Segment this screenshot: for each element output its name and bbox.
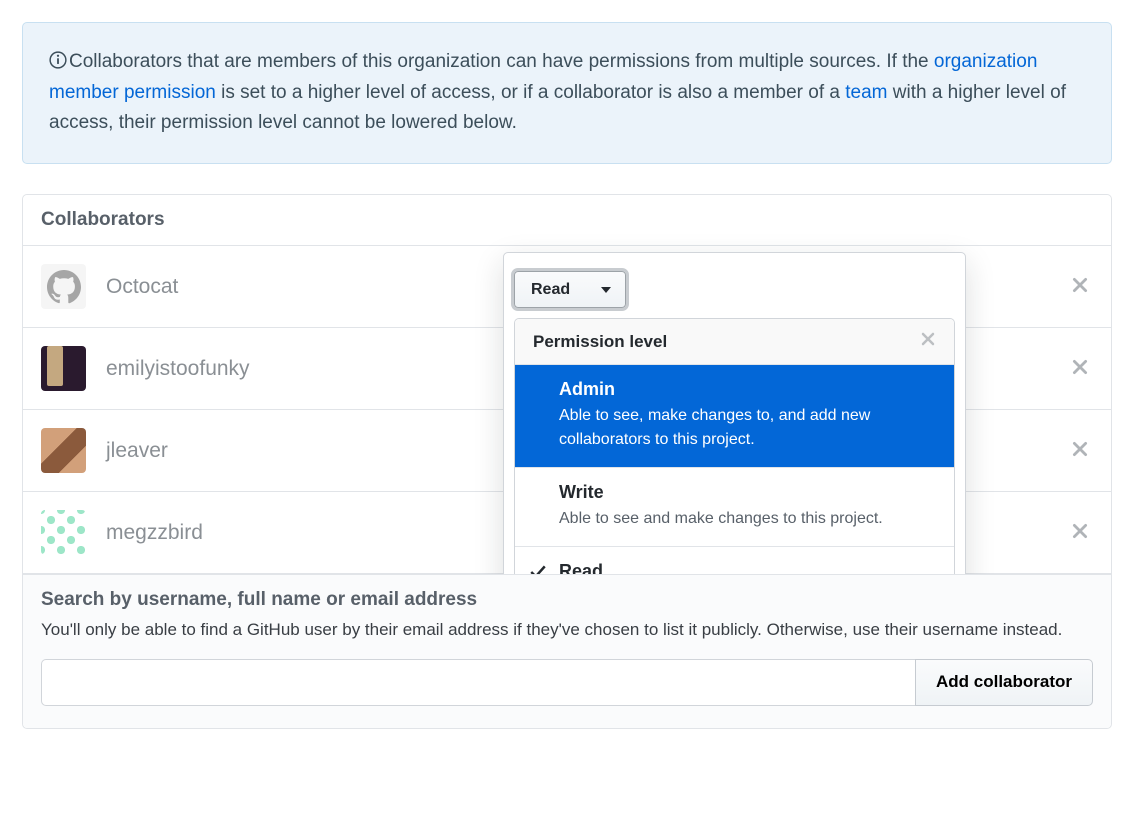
- search-label: Search by username, full name or email a…: [41, 589, 1093, 611]
- remove-collaborator-button[interactable]: [1067, 272, 1093, 301]
- option-desc: Able to see, make changes to, and add ne…: [559, 404, 936, 450]
- caret-down-icon: [601, 287, 611, 293]
- info-icon: [49, 49, 67, 78]
- permission-option-write[interactable]: Write Able to see and make changes to th…: [515, 468, 954, 547]
- remove-collaborator-button[interactable]: [1067, 436, 1093, 465]
- remove-collaborator-button[interactable]: [1067, 518, 1093, 547]
- close-icon[interactable]: [920, 331, 936, 352]
- search-help-text: You'll only be able to find a GitHub use…: [41, 617, 1093, 643]
- avatar: [41, 264, 86, 309]
- info-banner: Collaborators that are members of this o…: [22, 22, 1112, 164]
- avatar: [41, 428, 86, 473]
- dropdown-header: Permission level: [515, 319, 954, 365]
- permission-level-button[interactable]: Read: [514, 271, 626, 308]
- option-title: Admin: [559, 379, 936, 400]
- panel-footer: Search by username, full name or email a…: [23, 574, 1111, 728]
- avatar: [41, 346, 86, 391]
- remove-collaborator-button[interactable]: [1067, 354, 1093, 383]
- banner-text-pre: Collaborators that are members of this o…: [69, 51, 934, 72]
- option-title: Write: [559, 482, 936, 503]
- option-desc: Able to see and make changes to this pro…: [559, 507, 936, 530]
- permission-option-admin[interactable]: Admin Able to see, make changes to, and …: [515, 365, 954, 467]
- panel-title: Collaborators: [23, 195, 1111, 246]
- team-link[interactable]: team: [845, 82, 887, 103]
- collaborators-panel: Collaborators Octocat emilyistoofunky jl…: [22, 194, 1112, 729]
- add-collaborator-button[interactable]: Add collaborator: [915, 659, 1093, 706]
- dropdown-title: Permission level: [533, 332, 667, 352]
- avatar: [41, 510, 86, 555]
- banner-text-mid: is set to a higher level of access, or i…: [216, 82, 845, 103]
- collaborator-search-input[interactable]: [41, 659, 915, 706]
- permission-button-label: Read: [531, 281, 570, 299]
